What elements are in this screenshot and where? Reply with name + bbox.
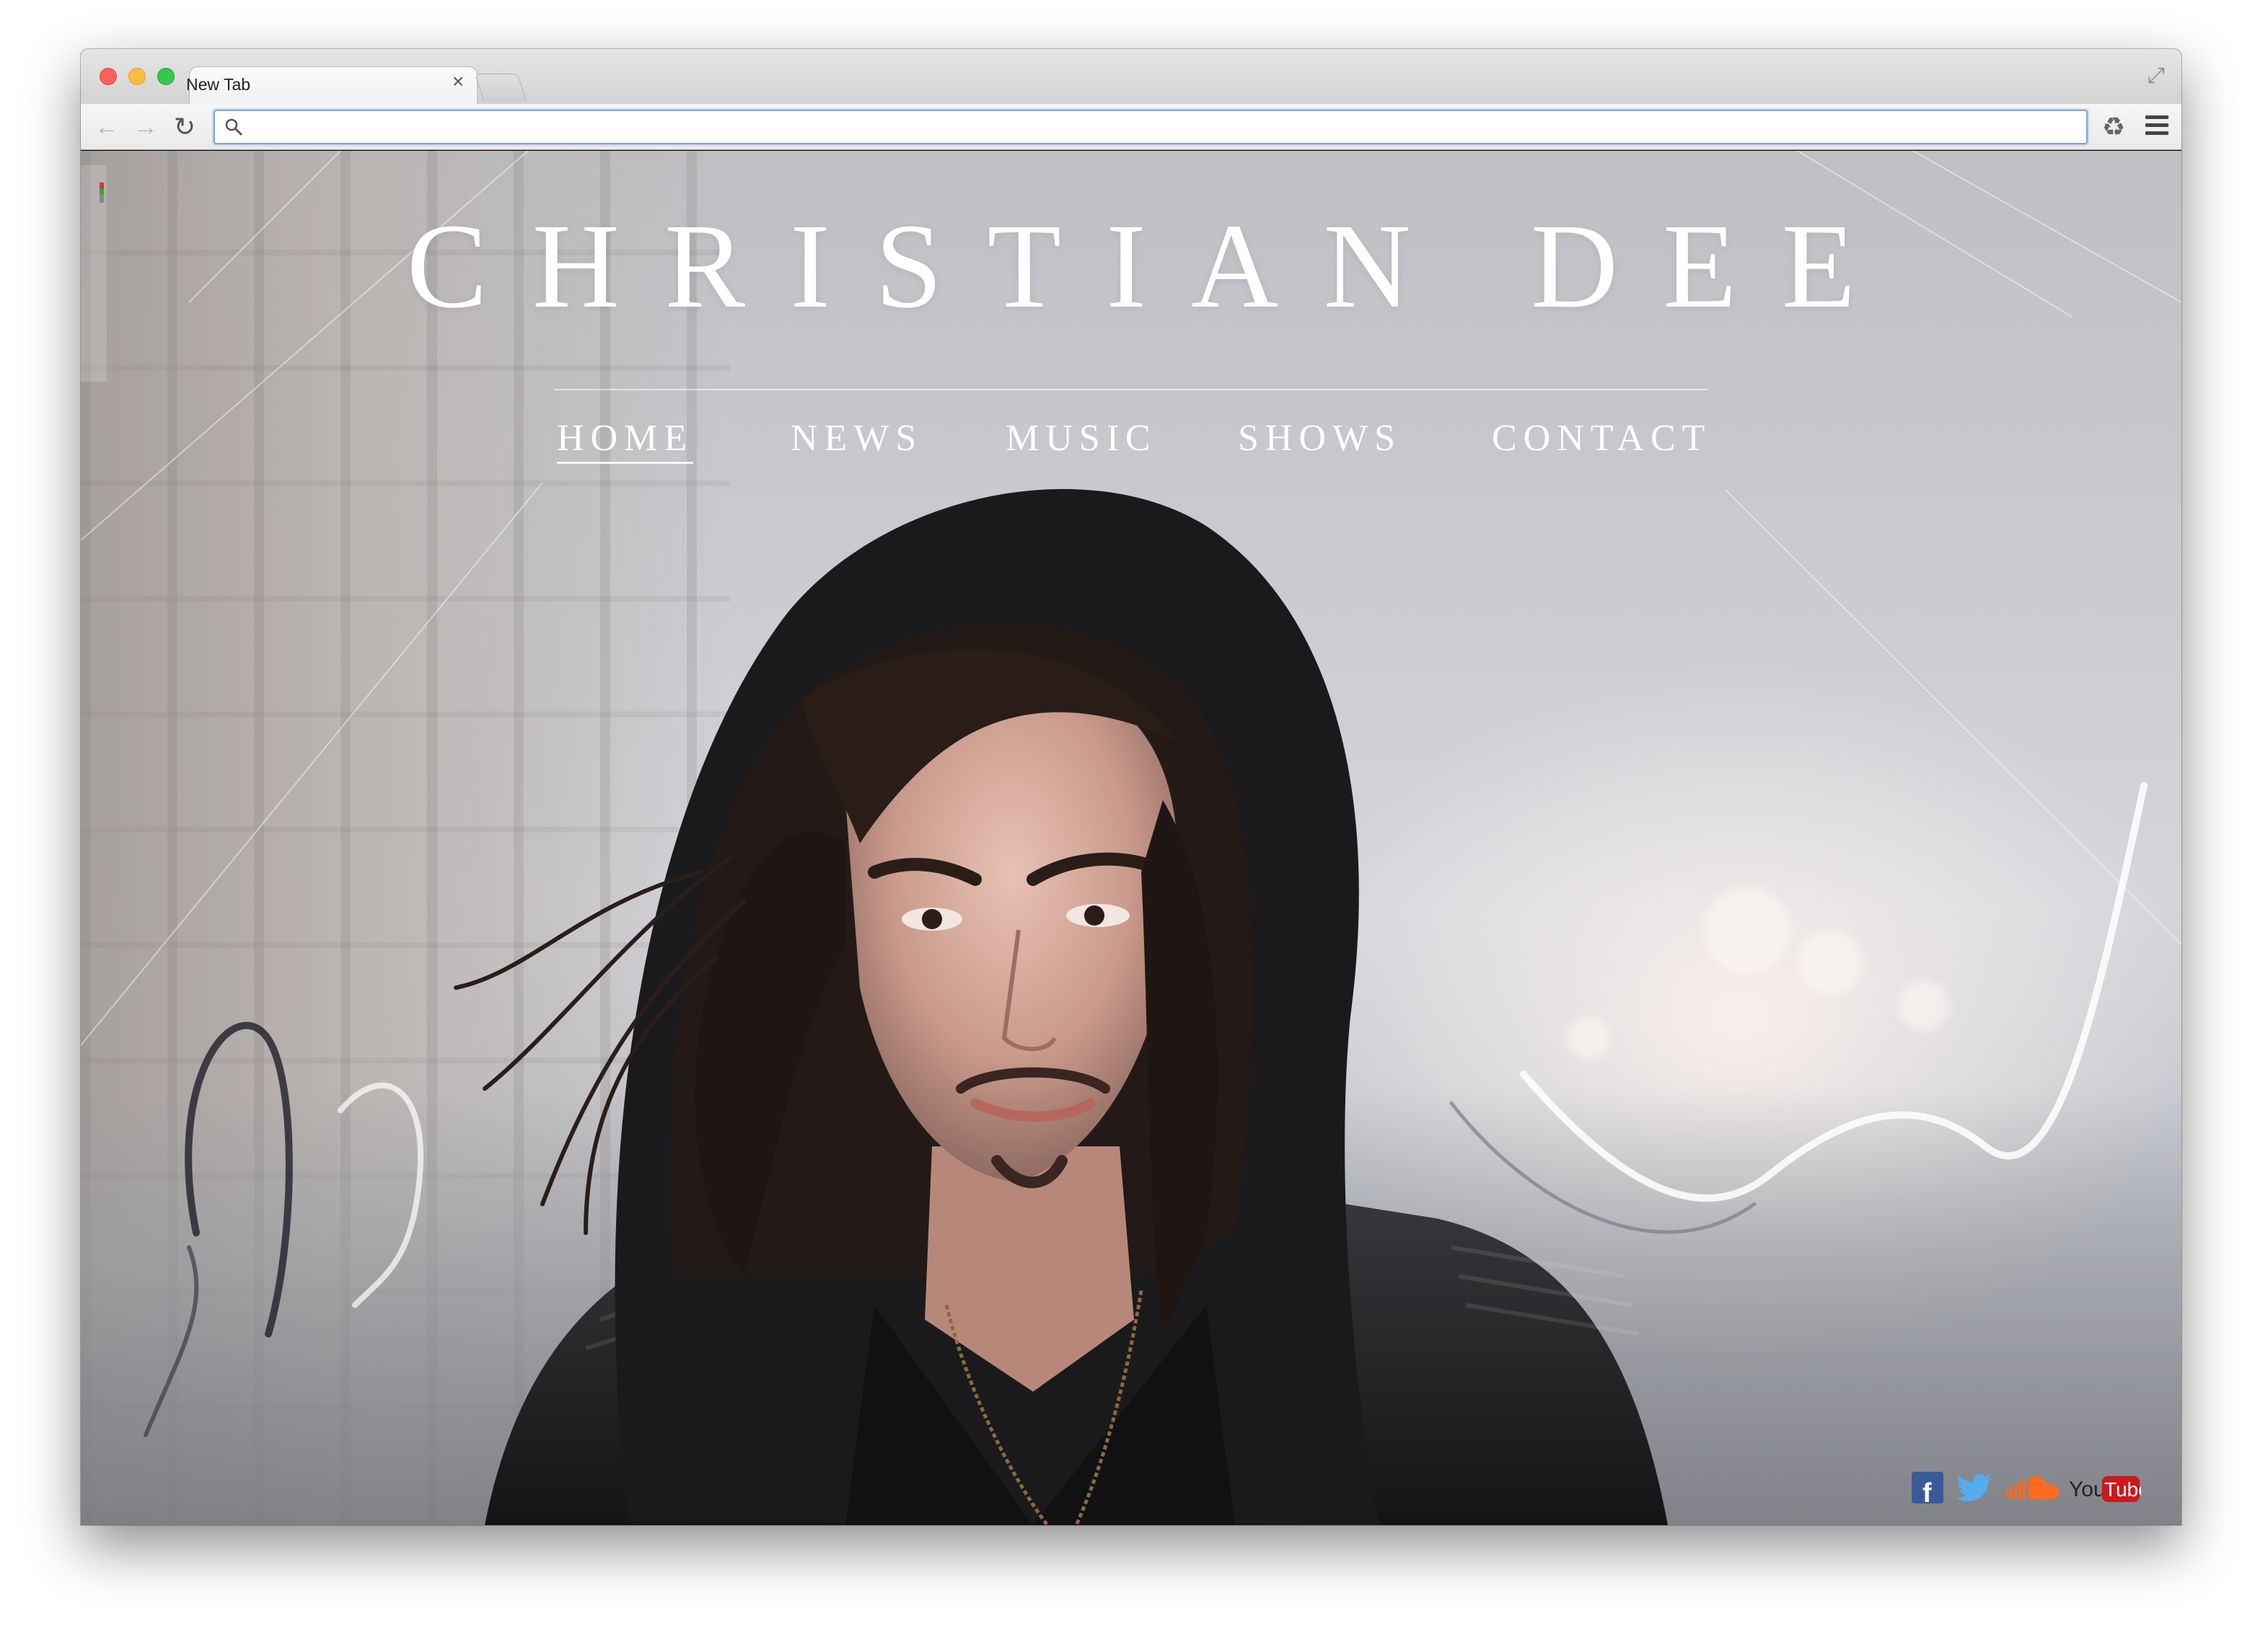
- browser-window: New Tab × ⤢ ← → ↻ ♻ CHRISTIAN DEE HOME N…: [81, 49, 2181, 1525]
- site-title: CHRISTIAN DEE: [406, 199, 1901, 333]
- close-window-button[interactable]: [100, 68, 117, 85]
- svg-text:Tube: Tube: [2104, 1478, 2141, 1501]
- browser-toolbar: ← → ↻ ♻: [81, 104, 2181, 150]
- svg-text:You: You: [2069, 1478, 2106, 1501]
- main-nav: HOME NEWS MUSIC SHOWS CONTACT: [81, 413, 2181, 471]
- nav-contact-link[interactable]: CONTACT: [1492, 413, 1711, 464]
- search-icon: [225, 118, 242, 136]
- minimize-window-button[interactable]: [128, 68, 146, 85]
- artist-portrait-image: [454, 488, 1668, 1525]
- web-page: CHRISTIAN DEE HOME NEWS MUSIC SHOWS CONT…: [81, 151, 2181, 1525]
- nav-home-link[interactable]: HOME: [557, 413, 694, 464]
- nav-music-link[interactable]: MUSIC: [1006, 413, 1157, 464]
- social-links: f You Tube: [1912, 1467, 2141, 1508]
- forward-arrow-icon[interactable]: →: [131, 113, 160, 141]
- tab-strip: New Tab × ⤢: [81, 49, 2181, 105]
- facebook-icon[interactable]: f: [1912, 1467, 1943, 1508]
- svg-text:f: f: [1922, 1478, 1932, 1508]
- nav-shows-link[interactable]: SHOWS: [1238, 413, 1402, 464]
- reload-icon[interactable]: ↻: [170, 113, 199, 141]
- menu-icon[interactable]: [2145, 115, 2168, 137]
- fullscreen-icon[interactable]: ⤢: [2144, 63, 2168, 88]
- address-bar[interactable]: [214, 110, 2088, 144]
- address-input[interactable]: [252, 111, 2070, 143]
- nav-news-link[interactable]: NEWS: [791, 413, 923, 464]
- tab-title: New Tab: [186, 75, 251, 94]
- tab-close-icon[interactable]: ×: [447, 71, 469, 92]
- recycle-extension-icon[interactable]: ♻: [2099, 113, 2128, 141]
- new-tab-button[interactable]: [474, 74, 527, 101]
- twitter-icon[interactable]: [1956, 1467, 1994, 1508]
- zoom-window-button[interactable]: [157, 68, 175, 85]
- youtube-icon[interactable]: You Tube: [2069, 1467, 2141, 1508]
- back-arrow-icon[interactable]: ←: [92, 113, 121, 141]
- soundcloud-icon[interactable]: [2005, 1467, 2060, 1508]
- title-divider: [554, 389, 1708, 390]
